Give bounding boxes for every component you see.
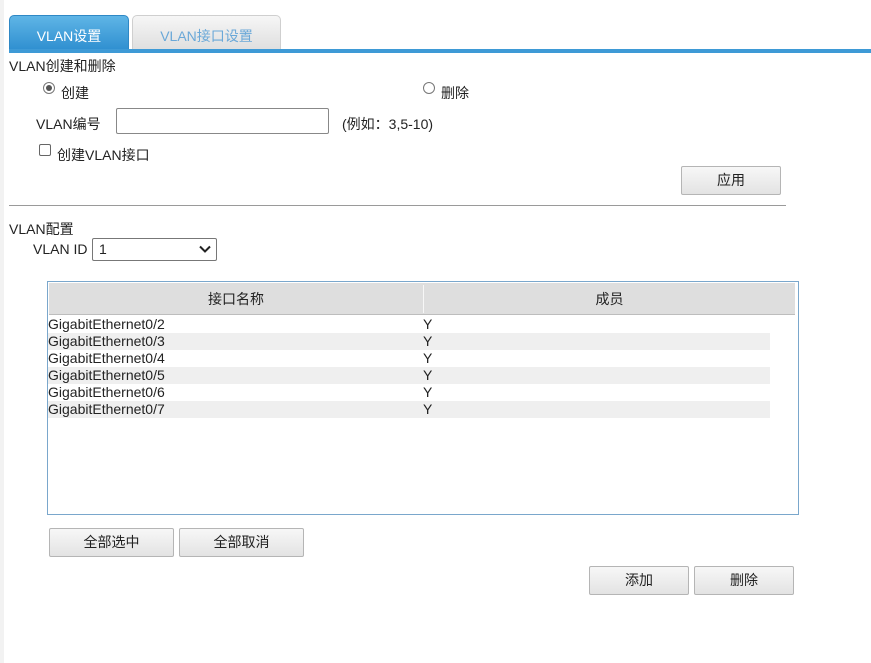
deselect-all-button[interactable]: 全部取消: [179, 528, 304, 557]
section-divider: [9, 205, 786, 206]
table-header: 接口名称 成员: [49, 283, 795, 315]
column-header-member[interactable]: 成员: [424, 283, 795, 314]
cell-interface-name: GigabitEthernet0/5: [48, 367, 165, 383]
cell-interface-name: GigabitEthernet0/3: [48, 333, 165, 349]
section-title-vlan-config: VLAN配置: [9, 221, 74, 237]
tab-vlan-interface-settings[interactable]: VLAN接口设置: [132, 15, 281, 51]
cell-interface-name: GigabitEthernet0/6: [48, 384, 165, 400]
create-interface-checkbox[interactable]: [39, 144, 51, 156]
left-edge-strip: [0, 0, 4, 663]
radio-create-label: 创建: [61, 85, 89, 101]
tab-vlan-settings[interactable]: VLAN设置: [9, 15, 129, 51]
interface-table: 接口名称 成员 GigabitEthernet0/2 Y GigabitEthe…: [47, 281, 799, 515]
apply-button[interactable]: 应用: [681, 166, 781, 195]
vlan-id-select[interactable]: 1: [92, 238, 217, 261]
cell-member: Y: [423, 401, 433, 417]
cell-interface-name: GigabitEthernet0/7: [48, 401, 165, 417]
vlan-id-input[interactable]: [116, 108, 329, 134]
radio-delete[interactable]: [423, 82, 435, 94]
tab-underline: [9, 49, 871, 53]
example-hint: (例如：3,5-10): [342, 116, 434, 132]
table-row[interactable]: GigabitEthernet0/4 Y: [48, 350, 770, 367]
vlan-id-label: VLAN编号: [36, 116, 101, 132]
cell-interface-name: GigabitEthernet0/2: [48, 316, 165, 332]
select-all-button[interactable]: 全部选中: [49, 528, 174, 557]
table-row[interactable]: GigabitEthernet0/2 Y: [48, 316, 770, 333]
chevron-down-icon: [198, 242, 212, 259]
cell-member: Y: [423, 316, 433, 332]
radio-delete-label: 删除: [441, 85, 469, 101]
radio-create[interactable]: [43, 82, 55, 94]
vlan-id-select-value: 1: [99, 241, 107, 257]
delete-button[interactable]: 删除: [694, 566, 794, 595]
table-row[interactable]: GigabitEthernet0/5 Y: [48, 367, 770, 384]
vlan-id-select-label: VLAN ID: [33, 241, 88, 257]
add-button[interactable]: 添加: [589, 566, 689, 595]
cell-member: Y: [423, 333, 433, 349]
cell-interface-name: GigabitEthernet0/4: [48, 350, 165, 366]
cell-member: Y: [423, 350, 433, 366]
cell-member: Y: [423, 384, 433, 400]
column-header-interface-name[interactable]: 接口名称: [49, 283, 423, 314]
section-title-create-delete: VLAN创建和删除: [9, 58, 116, 74]
create-interface-label: 创建VLAN接口: [57, 147, 150, 163]
table-row[interactable]: GigabitEthernet0/6 Y: [48, 384, 770, 401]
table-row[interactable]: GigabitEthernet0/7 Y: [48, 401, 770, 418]
cell-member: Y: [423, 367, 433, 383]
table-row[interactable]: GigabitEthernet0/3 Y: [48, 333, 770, 350]
